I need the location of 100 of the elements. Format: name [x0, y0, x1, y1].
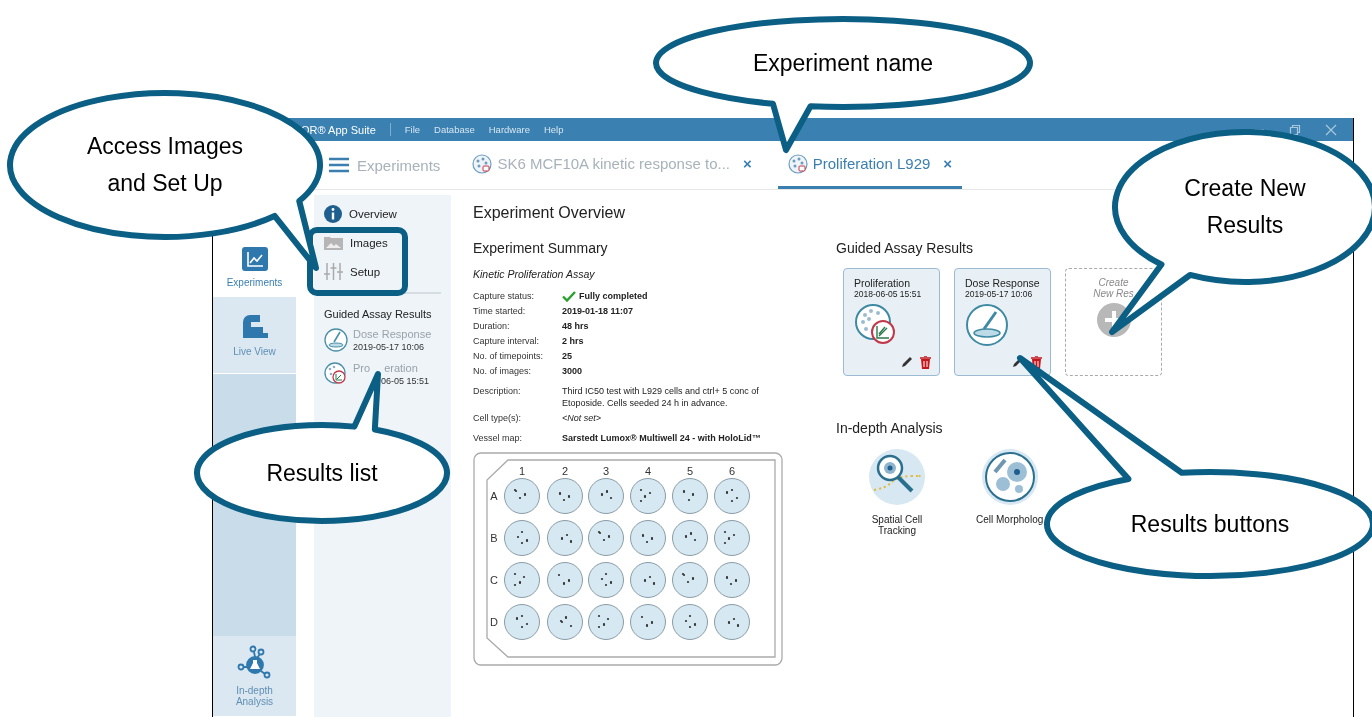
callout-text: Results list [265, 458, 379, 488]
well [714, 562, 750, 598]
well [504, 562, 540, 598]
field-value: 2 hrs [562, 335, 585, 347]
field-label: Cell type(s): [473, 412, 522, 424]
card-title: Proliferation [854, 277, 912, 289]
well [504, 520, 540, 556]
field-label: Time started: [473, 305, 527, 317]
cell-plate-icon [787, 153, 808, 174]
field-value: 2019-01-18 11:07 [562, 305, 635, 317]
check-icon [562, 290, 576, 302]
cells-icon [980, 448, 1039, 506]
field-label: Description: [473, 385, 522, 398]
well [672, 520, 708, 556]
field-label: No. of timepoints: [473, 350, 545, 362]
sliders-icon [324, 263, 343, 280]
field-label: Duration: [473, 320, 511, 332]
cell-chart-icon [854, 303, 898, 347]
well [672, 478, 708, 514]
well [504, 478, 540, 514]
page-title: Experiment Overview [473, 204, 627, 222]
well [588, 520, 624, 556]
field-value: 48 hrs [562, 320, 590, 332]
field-label: Vessel map: [473, 432, 524, 444]
cell-plate-icon [472, 153, 493, 174]
well [714, 520, 750, 556]
column-label: 2 [561, 465, 569, 477]
card-title: Create New Res [1093, 277, 1134, 299]
experiment-tab[interactable]: SK6 MCF10A kinetic response to... × [462, 141, 762, 189]
well [714, 604, 750, 640]
cell-chart-icon [324, 362, 348, 386]
menu-item[interactable]: Hardware [488, 124, 530, 135]
row-label: C [490, 574, 498, 586]
well [504, 604, 540, 640]
callout-text: Access Images and Set Up [86, 133, 244, 197]
column-label: 1 [518, 465, 526, 477]
row-label: B [490, 532, 498, 544]
row-label: A [490, 490, 498, 502]
field-value: Fully completed [579, 290, 648, 302]
close-tab-button[interactable]: × [943, 155, 953, 172]
edit-icon[interactable] [901, 356, 913, 368]
restore-icon[interactable] [1289, 123, 1301, 136]
result-list-item[interactable]: Pro eration 06-05 15:51 [324, 362, 441, 386]
nav-item[interactable]: Experiments [213, 242, 296, 297]
result-list-item[interactable]: Dose Response 2019-05-17 10:06 [324, 328, 441, 352]
image-icon [324, 235, 343, 250]
well [547, 562, 583, 598]
card-date: 2019-05-17 10:06 [965, 289, 1034, 299]
side-menu-item[interactable]: Setup [324, 257, 441, 286]
section-heading: Guided Assay Results [836, 240, 974, 256]
well [630, 604, 666, 640]
well [588, 478, 624, 514]
menu-item[interactable]: File [404, 124, 421, 135]
field-label: Capture interval: [473, 335, 541, 347]
field-value: 3000 [562, 365, 584, 377]
card-date: 2018-06-05 15:51 [854, 289, 923, 299]
callout-text: Experiment name [751, 48, 935, 78]
field-label: No. of images: [473, 365, 533, 377]
field-value: 25 [562, 350, 573, 362]
delete-icon[interactable] [920, 356, 931, 369]
analysis-item[interactable]: Cell Morpholog [976, 448, 1044, 536]
flask-network-icon [236, 645, 273, 679]
side-menu-item[interactable]: Overview [324, 199, 441, 228]
assay-type: Kinetic Proliferation Assay [473, 268, 596, 280]
menu-item[interactable]: Help [543, 124, 564, 135]
callout-text: Create New Results [1183, 175, 1307, 239]
side-menu-item[interactable]: Images [324, 228, 441, 257]
field-value: Sarstedt Lumox® Multiwell 24 - with HoloLid™ [562, 432, 762, 444]
well [588, 562, 624, 598]
well [547, 478, 583, 514]
pipette-dish-icon [965, 303, 1009, 347]
magnifier-cell-icon [868, 448, 926, 506]
field-value: Third IC50 test with L929 cells and ctrl+ 5 conc of Etoposide. Cells seeded 24 h in advance. [562, 385, 760, 409]
well [672, 604, 708, 640]
card-title: Dose Response [965, 277, 1040, 289]
nav-item[interactable]: In-depth Analysis [213, 636, 296, 717]
chart-icon [241, 247, 268, 271]
column-label: 4 [644, 465, 652, 477]
field-label: Capture status: [473, 290, 536, 302]
info-icon [324, 204, 342, 223]
result-card[interactable]: Dose Response 2019-05-17 10:06 [954, 268, 1051, 376]
well [547, 520, 583, 556]
menu-icon [329, 157, 349, 173]
field-value: <Not set> [562, 412, 603, 424]
column-label: 3 [602, 465, 610, 477]
section-heading: Experiment Summary [473, 240, 609, 256]
section-heading: Guided Assay Results [324, 308, 433, 320]
well [714, 478, 750, 514]
nav-item[interactable]: Live View [213, 297, 296, 374]
well [547, 604, 583, 640]
column-label: 5 [686, 465, 694, 477]
well [672, 562, 708, 598]
row-label: D [490, 616, 498, 628]
pipette-dish-icon [324, 328, 348, 352]
menu-item[interactable]: Database [434, 124, 475, 135]
analysis-item[interactable]: Spatial Cell Tracking [862, 448, 932, 536]
close-tab-button[interactable]: × [743, 155, 752, 172]
section-heading: In-depth Analysis [836, 420, 944, 436]
well [630, 520, 666, 556]
result-card[interactable]: Proliferation 2018-06-05 15:51 [843, 268, 940, 376]
